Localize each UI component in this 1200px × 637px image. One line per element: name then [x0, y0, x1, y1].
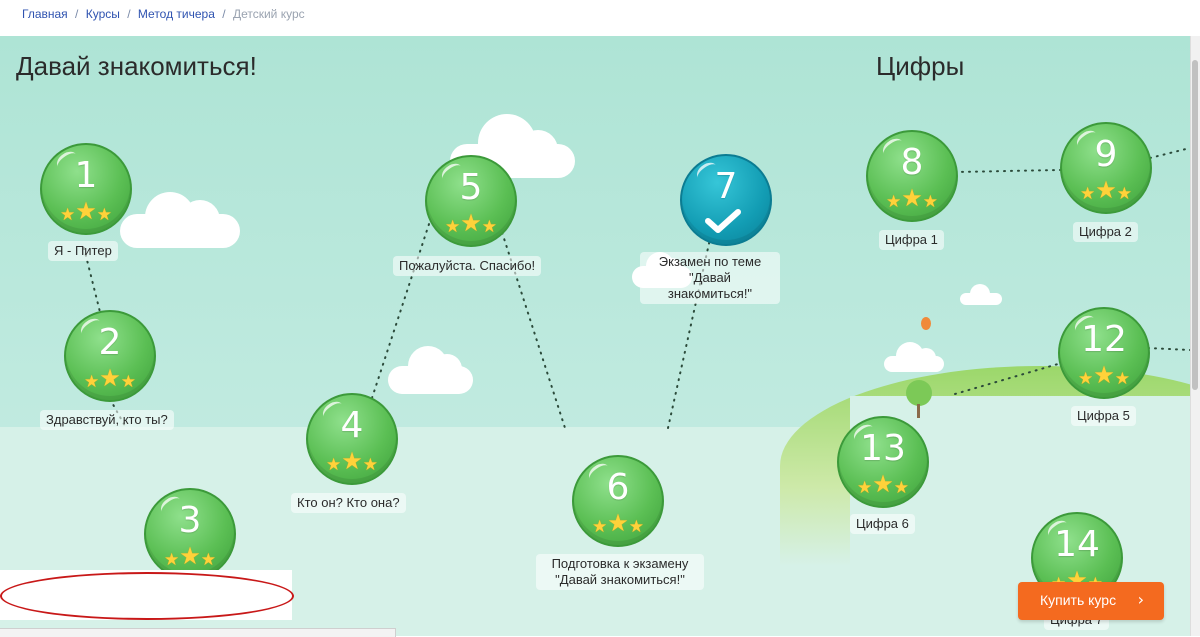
- star-icon: ★: [83, 372, 100, 392]
- star-icon: ★: [341, 447, 363, 475]
- lesson-number: 2: [98, 322, 122, 363]
- lesson-label[interactable]: Пожалуйста. Спасибо!: [393, 256, 542, 276]
- lesson-node-8[interactable]: 8 ★★★: [866, 130, 958, 222]
- lesson-number: 1: [74, 155, 98, 196]
- star-icon: ★: [607, 509, 629, 537]
- lesson-label[interactable]: Цифра 5: [1071, 406, 1136, 426]
- top-bar: Главная / Курсы / Метод тичера / Детский…: [0, 0, 1200, 37]
- star-icon: ★: [1116, 184, 1132, 204]
- star-icon: ★: [444, 217, 461, 237]
- section-title: Цифры: [876, 51, 965, 81]
- breadcrumb-separator: /: [222, 7, 226, 21]
- lesson-node-6[interactable]: 6 ★★★: [572, 455, 664, 547]
- star-icon: ★: [179, 542, 201, 570]
- star-icon: ★: [893, 478, 909, 498]
- lesson-number: 14: [1054, 524, 1100, 565]
- star-rating: ★★★: [42, 197, 130, 225]
- buy-course-label: Купить курс: [1040, 592, 1117, 608]
- lesson-label[interactable]: Я - Питер: [48, 241, 118, 261]
- lesson-node-13[interactable]: 13 ★★★: [837, 416, 929, 508]
- breadcrumb-separator: /: [127, 7, 131, 21]
- highlight-oval: [0, 572, 294, 620]
- lesson-number: 4: [340, 405, 364, 446]
- lesson-number: 13: [860, 428, 906, 469]
- lesson-number: 7: [714, 166, 738, 207]
- star-icon: ★: [885, 192, 902, 212]
- star-icon: ★: [901, 184, 923, 212]
- star-rating: ★★★: [868, 184, 956, 212]
- star-rating: ★★★: [1060, 361, 1148, 389]
- star-icon: ★: [75, 197, 97, 225]
- star-icon: ★: [325, 455, 342, 475]
- path-segment-9-next: [1149, 147, 1190, 159]
- star-icon: ★: [1114, 369, 1130, 389]
- star-rating: ★★★: [427, 209, 515, 237]
- path-segment-12-next: [1147, 347, 1190, 351]
- star-icon: ★: [1095, 176, 1117, 204]
- lesson-node-3[interactable]: 3 ★★★: [144, 488, 236, 580]
- breadcrumb-link-home[interactable]: Главная: [22, 7, 68, 21]
- star-rating: ★★★: [574, 509, 662, 537]
- lesson-label[interactable]: Здравствуй, кто ты?: [40, 410, 174, 430]
- scrollbar-thumb[interactable]: [1192, 60, 1198, 390]
- lesson-label[interactable]: Цифра 6: [850, 514, 915, 534]
- lesson-number: 6: [606, 467, 630, 508]
- lesson-number: 5: [459, 167, 483, 208]
- exam-node-7[interactable]: 7: [680, 154, 772, 246]
- lesson-label[interactable]: Подготовка к экзамену "Давай знакомиться…: [536, 554, 704, 590]
- section-title: Давай знакомиться!: [16, 51, 257, 81]
- star-icon: ★: [200, 550, 216, 570]
- exam-label[interactable]: Экзамен по теме "Давай знакомиться!": [640, 252, 780, 304]
- star-icon: ★: [591, 517, 608, 537]
- lesson-number: 12: [1081, 319, 1127, 360]
- lesson-number: 3: [178, 500, 202, 541]
- star-icon: ★: [96, 205, 112, 225]
- lesson-label[interactable]: Кто он? Кто она?: [291, 493, 406, 513]
- path-segment-12: [954, 363, 1059, 395]
- star-icon: ★: [922, 192, 938, 212]
- path-segment-8-9: [954, 169, 1061, 173]
- buy-course-button[interactable]: Купить курс ›: [1018, 582, 1164, 620]
- lesson-label[interactable]: Цифра 2: [1073, 222, 1138, 242]
- breadcrumb-link-courses[interactable]: Курсы: [86, 7, 120, 21]
- lesson-number: 9: [1094, 134, 1118, 175]
- star-rating: ★★★: [308, 447, 396, 475]
- star-icon: ★: [481, 217, 497, 237]
- breadcrumb-link-method[interactable]: Метод тичера: [138, 7, 215, 21]
- lesson-node-5[interactable]: 5 ★★★: [425, 155, 517, 247]
- star-icon: ★: [362, 455, 378, 475]
- lesson-label[interactable]: Цифра 1: [879, 230, 944, 250]
- star-icon: ★: [460, 209, 482, 237]
- breadcrumb-separator: /: [75, 7, 79, 21]
- checkmark-icon: [705, 209, 741, 233]
- chevron-right-icon: ›: [1137, 590, 1144, 609]
- star-icon: ★: [1093, 361, 1115, 389]
- star-icon: ★: [59, 205, 76, 225]
- lesson-number: 8: [900, 142, 924, 183]
- star-icon: ★: [163, 550, 180, 570]
- star-rating: ★★★: [146, 542, 234, 570]
- star-rating: ★★★: [66, 364, 154, 392]
- path-segment-4-5: [371, 220, 431, 399]
- star-rating: ★★★: [839, 470, 927, 498]
- lesson-node-2[interactable]: 2 ★★★: [64, 310, 156, 402]
- star-icon: ★: [1077, 369, 1094, 389]
- star-icon: ★: [120, 372, 136, 392]
- star-icon: ★: [872, 470, 894, 498]
- star-icon: ★: [1079, 184, 1096, 204]
- breadcrumb-current: Детский курс: [232, 7, 305, 21]
- course-map: Давай знакомиться! Цифры 1 ★★★ Я - Питер…: [0, 36, 1190, 636]
- star-rating: ★★★: [1062, 176, 1150, 204]
- lesson-node-4[interactable]: 4 ★★★: [306, 393, 398, 485]
- star-icon: ★: [628, 517, 644, 537]
- star-icon: ★: [856, 478, 873, 498]
- lesson-node-12[interactable]: 12 ★★★: [1058, 307, 1150, 399]
- lesson-node-9[interactable]: 9 ★★★: [1060, 122, 1152, 214]
- breadcrumb: Главная / Курсы / Метод тичера / Детский…: [22, 7, 305, 21]
- lesson-node-1[interactable]: 1 ★★★: [40, 143, 132, 235]
- star-icon: ★: [99, 364, 121, 392]
